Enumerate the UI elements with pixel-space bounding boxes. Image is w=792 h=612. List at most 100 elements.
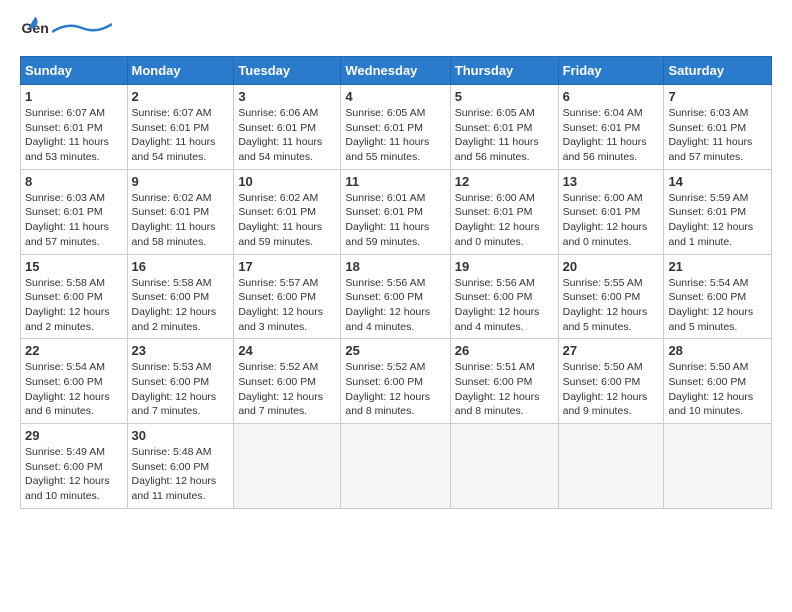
calendar-cell: 2Sunrise: 6:07 AMSunset: 6:01 PMDaylight… xyxy=(127,85,234,170)
day-number: 10 xyxy=(238,174,336,189)
calendar-week-row: 15 Sunrise: 5:58 AMSunset: 6:00 PMDayligh… xyxy=(21,254,772,339)
day-number: 29 xyxy=(25,428,123,443)
calendar-cell: 26 Sunrise: 5:51 AMSunset: 6:00 PMDayligh… xyxy=(450,339,558,424)
calendar-cell: 15 Sunrise: 5:58 AMSunset: 6:00 PMDayligh… xyxy=(21,254,128,339)
day-info: Sunrise: 5:52 AMSunset: 6:00 PMDaylight:… xyxy=(238,360,336,419)
day-number: 28 xyxy=(668,343,767,358)
calendar-cell: 9 Sunrise: 6:02 AMSunset: 6:01 PMDaylight… xyxy=(127,169,234,254)
calendar-cell: 7 Sunrise: 6:03 AMSunset: 6:01 PMDaylight… xyxy=(664,85,772,170)
weekday-header: Wednesday xyxy=(341,57,450,85)
calendar-cell: 6Sunrise: 6:04 AMSunset: 6:01 PMDaylight… xyxy=(558,85,664,170)
day-info: Sunrise: 5:58 AMSunset: 6:00 PMDaylight:… xyxy=(25,276,123,335)
day-info: Sunrise: 6:02 AMSunset: 6:01 PMDaylight:… xyxy=(238,191,336,250)
day-number: 17 xyxy=(238,259,336,274)
day-number: 25 xyxy=(345,343,445,358)
day-info: Sunrise: 5:50 AMSunset: 6:00 PMDaylight:… xyxy=(668,360,767,419)
calendar-cell: 17Sunrise: 5:57 AMSunset: 6:00 PMDayligh… xyxy=(234,254,341,339)
day-info: Sunrise: 6:01 AMSunset: 6:01 PMDaylight:… xyxy=(345,191,445,250)
day-number: 26 xyxy=(455,343,554,358)
calendar-cell: 3Sunrise: 6:06 AMSunset: 6:01 PMDaylight… xyxy=(234,85,341,170)
day-number: 15 xyxy=(25,259,123,274)
calendar-cell: 11Sunrise: 6:01 AMSunset: 6:01 PMDayligh… xyxy=(341,169,450,254)
day-number: 24 xyxy=(238,343,336,358)
day-info: Sunrise: 5:58 AMSunset: 6:00 PMDaylight:… xyxy=(132,276,230,335)
day-info: Sunrise: 6:05 AMSunset: 6:01 PMDaylight:… xyxy=(455,106,554,165)
day-info: Sunrise: 6:03 AMSunset: 6:01 PMDaylight:… xyxy=(668,106,767,165)
day-info: Sunrise: 6:03 AMSunset: 6:01 PMDaylight:… xyxy=(25,191,123,250)
day-info: Sunrise: 6:02 AMSunset: 6:01 PMDaylight:… xyxy=(132,191,230,250)
day-info: Sunrise: 5:54 AMSunset: 6:00 PMDaylight:… xyxy=(668,276,767,335)
calendar-cell: 14Sunrise: 5:59 AMSunset: 6:01 PMDayligh… xyxy=(664,169,772,254)
calendar-cell: 29 Sunrise: 5:49 AMSunset: 6:00 PMDayligh… xyxy=(21,424,128,509)
calendar-cell: 12 Sunrise: 6:00 AMSunset: 6:01 PMDayligh… xyxy=(450,169,558,254)
day-info: Sunrise: 5:48 AMSunset: 6:00 PMDaylight:… xyxy=(132,445,230,504)
day-number: 3 xyxy=(238,89,336,104)
day-info: Sunrise: 6:07 AMSunset: 6:01 PMDaylight:… xyxy=(25,106,123,165)
calendar-cell xyxy=(558,424,664,509)
calendar-week-row: 8 Sunrise: 6:03 AMSunset: 6:01 PMDaylight… xyxy=(21,169,772,254)
logo: General xyxy=(20,16,112,44)
calendar-cell xyxy=(664,424,772,509)
calendar-week-row: 22 Sunrise: 5:54 AMSunset: 6:00 PMDayligh… xyxy=(21,339,772,424)
calendar-table: SundayMondayTuesdayWednesdayThursdayFrid… xyxy=(20,56,772,509)
day-info: Sunrise: 6:05 AMSunset: 6:01 PMDaylight:… xyxy=(345,106,445,165)
calendar-cell xyxy=(450,424,558,509)
page-header: General xyxy=(20,16,772,44)
weekday-header: Friday xyxy=(558,57,664,85)
calendar-cell: 10 Sunrise: 6:02 AMSunset: 6:01 PMDayligh… xyxy=(234,169,341,254)
calendar-cell: 4 Sunrise: 6:05 AMSunset: 6:01 PMDaylight… xyxy=(341,85,450,170)
day-number: 18 xyxy=(345,259,445,274)
day-info: Sunrise: 5:55 AMSunset: 6:00 PMDaylight:… xyxy=(563,276,660,335)
calendar-cell: 5 Sunrise: 6:05 AMSunset: 6:01 PMDaylight… xyxy=(450,85,558,170)
day-number: 1 xyxy=(25,89,123,104)
weekday-header: Saturday xyxy=(664,57,772,85)
day-info: Sunrise: 5:53 AMSunset: 6:00 PMDaylight:… xyxy=(132,360,230,419)
calendar-cell: 8 Sunrise: 6:03 AMSunset: 6:01 PMDaylight… xyxy=(21,169,128,254)
weekday-header: Sunday xyxy=(21,57,128,85)
day-number: 5 xyxy=(455,89,554,104)
calendar-week-row: 29 Sunrise: 5:49 AMSunset: 6:00 PMDayligh… xyxy=(21,424,772,509)
day-number: 12 xyxy=(455,174,554,189)
calendar-cell: 27 Sunrise: 5:50 AMSunset: 6:00 PMDayligh… xyxy=(558,339,664,424)
weekday-header: Thursday xyxy=(450,57,558,85)
calendar-cell: 20 Sunrise: 5:55 AMSunset: 6:00 PMDayligh… xyxy=(558,254,664,339)
calendar-cell: 28 Sunrise: 5:50 AMSunset: 6:00 PMDayligh… xyxy=(664,339,772,424)
day-number: 23 xyxy=(132,343,230,358)
day-number: 27 xyxy=(563,343,660,358)
day-info: Sunrise: 6:00 AMSunset: 6:01 PMDaylight:… xyxy=(455,191,554,250)
day-info: Sunrise: 5:56 AMSunset: 6:00 PMDaylight:… xyxy=(455,276,554,335)
day-number: 20 xyxy=(563,259,660,274)
day-info: Sunrise: 5:56 AMSunset: 6:00 PMDaylight:… xyxy=(345,276,445,335)
calendar-cell: 21 Sunrise: 5:54 AMSunset: 6:00 PMDayligh… xyxy=(664,254,772,339)
calendar-cell: 25 Sunrise: 5:52 AMSunset: 6:00 PMDayligh… xyxy=(341,339,450,424)
day-info: Sunrise: 5:52 AMSunset: 6:00 PMDaylight:… xyxy=(345,360,445,419)
logo-wave-icon xyxy=(52,22,112,34)
day-number: 19 xyxy=(455,259,554,274)
day-number: 21 xyxy=(668,259,767,274)
day-number: 9 xyxy=(132,174,230,189)
day-info: Sunrise: 5:49 AMSunset: 6:00 PMDaylight:… xyxy=(25,445,123,504)
weekday-header: Tuesday xyxy=(234,57,341,85)
calendar-week-row: 1 Sunrise: 6:07 AMSunset: 6:01 PMDaylight… xyxy=(21,85,772,170)
day-number: 16 xyxy=(132,259,230,274)
day-info: Sunrise: 5:54 AMSunset: 6:00 PMDaylight:… xyxy=(25,360,123,419)
day-number: 14 xyxy=(668,174,767,189)
day-info: Sunrise: 5:50 AMSunset: 6:00 PMDaylight:… xyxy=(563,360,660,419)
calendar-cell xyxy=(341,424,450,509)
day-number: 13 xyxy=(563,174,660,189)
day-number: 7 xyxy=(668,89,767,104)
calendar-cell: 30 Sunrise: 5:48 AMSunset: 6:00 PMDayligh… xyxy=(127,424,234,509)
logo-icon: General xyxy=(20,16,48,44)
day-info: Sunrise: 5:51 AMSunset: 6:00 PMDaylight:… xyxy=(455,360,554,419)
day-number: 8 xyxy=(25,174,123,189)
day-number: 30 xyxy=(132,428,230,443)
calendar-cell: 22 Sunrise: 5:54 AMSunset: 6:00 PMDayligh… xyxy=(21,339,128,424)
calendar-cell xyxy=(234,424,341,509)
day-number: 22 xyxy=(25,343,123,358)
weekday-header: Monday xyxy=(127,57,234,85)
calendar-cell: 18 Sunrise: 5:56 AMSunset: 6:00 PMDayligh… xyxy=(341,254,450,339)
calendar-cell: 23 Sunrise: 5:53 AMSunset: 6:00 PMDayligh… xyxy=(127,339,234,424)
day-info: Sunrise: 6:00 AMSunset: 6:01 PMDaylight:… xyxy=(563,191,660,250)
calendar-cell: 24 Sunrise: 5:52 AMSunset: 6:00 PMDayligh… xyxy=(234,339,341,424)
day-number: 4 xyxy=(345,89,445,104)
